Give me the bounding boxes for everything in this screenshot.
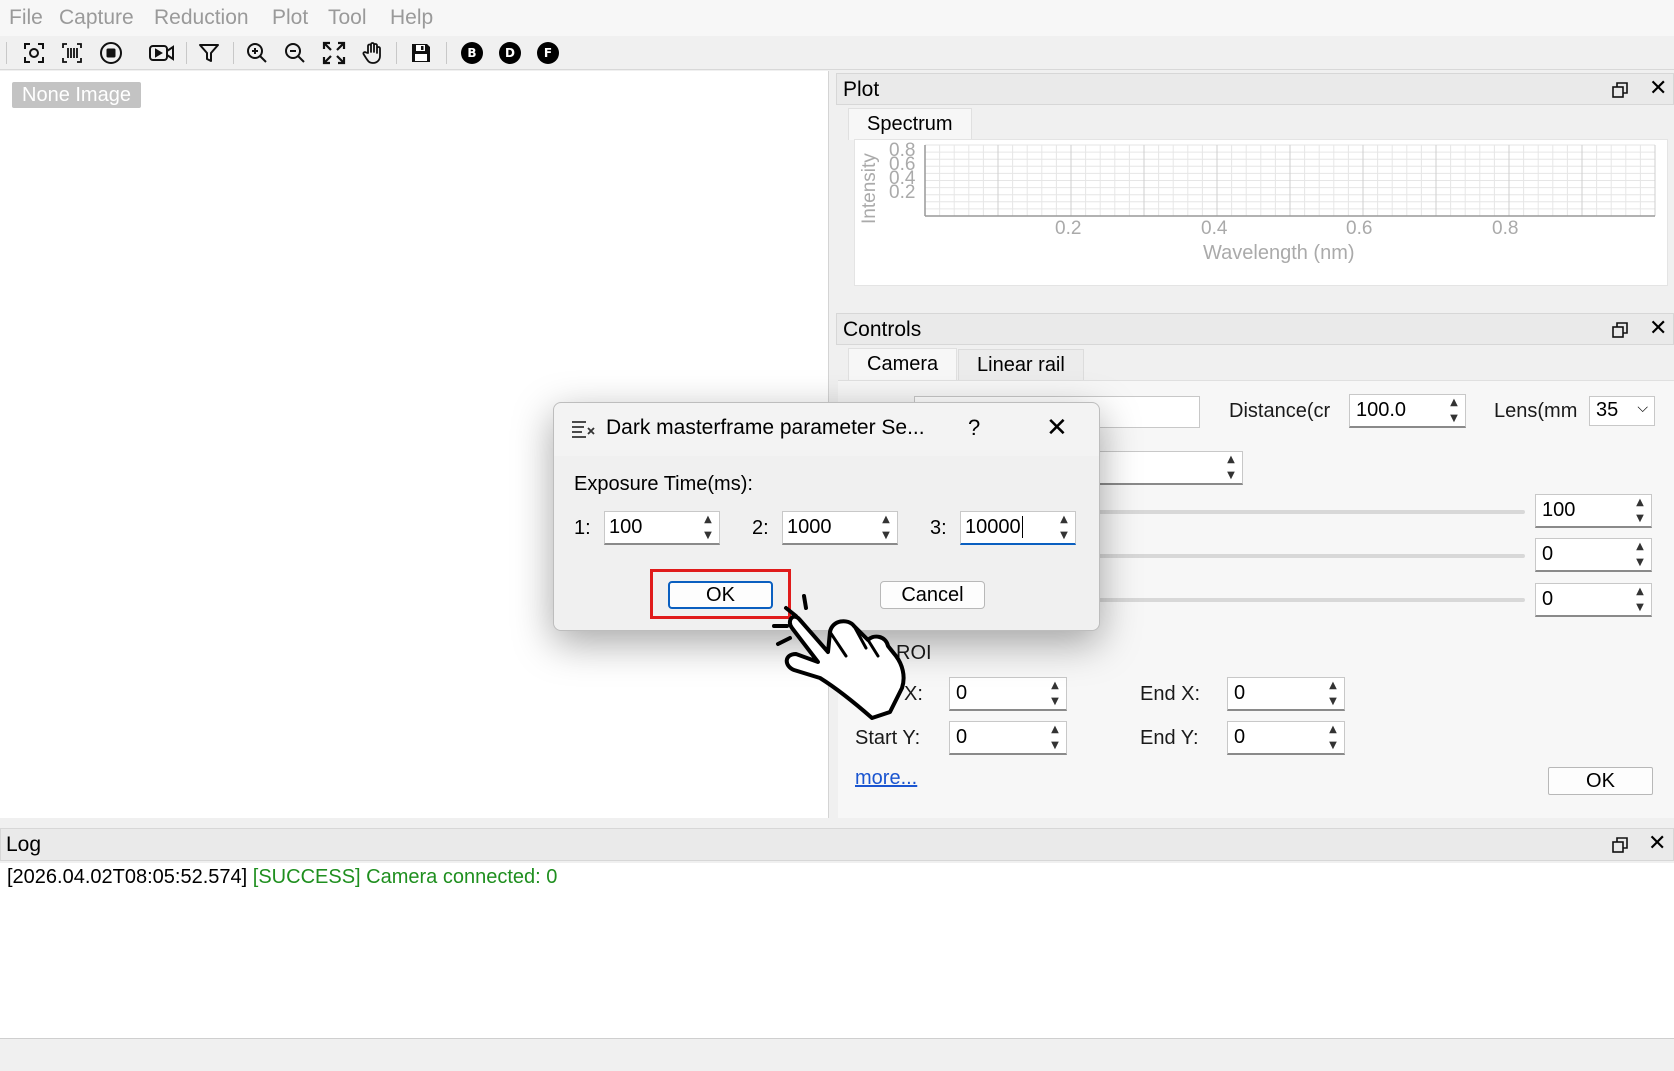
start-y-label: Start Y: (855, 727, 921, 749)
exposure-1-label: 1: (574, 517, 591, 539)
spin-arrows-icon[interactable]: ▲ ▼ (1046, 680, 1064, 708)
x-axis-label: Wavelength (nm) (1203, 242, 1355, 264)
flat-f-icon[interactable]: F (534, 40, 562, 66)
exposure-3-label: 3: (930, 517, 947, 539)
zoom-in-icon[interactable] (243, 40, 271, 66)
tab-camera[interactable]: Camera (848, 348, 958, 380)
distance-field[interactable]: 100.0 ▲ ▼ (1349, 394, 1466, 428)
spin-arrows-icon[interactable]: ▲ ▼ (1222, 454, 1240, 482)
start-y-field[interactable]: 0 ▲ ▼ (949, 721, 1067, 755)
close-icon[interactable]: ✕ (1649, 78, 1667, 100)
x-tick-label: 0.6 (1346, 218, 1373, 239)
dialog-ok-button[interactable]: OK (668, 581, 773, 609)
menu-capture[interactable]: Capture (59, 6, 134, 30)
exposure-2-field[interactable]: 1000 ▲ ▼ (782, 511, 898, 545)
slider-value-field[interactable]: 0 ▲ ▼ (1535, 538, 1652, 572)
status-bar (0, 1038, 1674, 1071)
x-tick-label: 0.8 (1492, 218, 1519, 239)
y-tick-label: 0.2 (889, 182, 916, 203)
spin-arrows-icon[interactable]: ▲ ▼ (1631, 497, 1649, 525)
barcode-scan-icon[interactable] (58, 40, 86, 66)
help-icon[interactable]: ? (968, 415, 980, 441)
bias-b-icon[interactable]: B (458, 40, 486, 66)
exposure-1-field[interactable]: 100 ▲ ▼ (604, 511, 720, 545)
log-message: Camera connected: 0 (366, 866, 558, 888)
controls-dock-title: Controls ✕ (836, 313, 1674, 345)
plot-panel: Spectrum Intensity 0.8 0.6 0.4 0.2 0.2 0… (838, 105, 1674, 301)
save-icon[interactable] (407, 40, 435, 66)
x-tick-label: 0.2 (1055, 218, 1082, 239)
more-link[interactable]: more... (855, 767, 917, 790)
spin-arrows-icon[interactable]: ▲ ▼ (1445, 397, 1463, 425)
spin-arrows-icon[interactable]: ▲ ▼ (699, 514, 717, 542)
end-y-field[interactable]: 0 ▲ ▼ (1227, 721, 1345, 755)
pointer-hand-icon (770, 590, 920, 720)
exposure-2-label: 2: (752, 517, 769, 539)
menu-file[interactable]: File (9, 6, 43, 30)
slider-value-field[interactable]: 0 ▲ ▼ (1535, 583, 1652, 617)
slider-track[interactable] (1070, 598, 1525, 602)
spin-arrows-icon[interactable]: ▲ ▼ (1046, 724, 1064, 752)
tab-spectrum[interactable]: Spectrum (848, 108, 972, 140)
end-y-label: End Y: (1140, 727, 1199, 749)
y-axis-label: Intensity (859, 153, 880, 224)
slider-track[interactable] (1070, 554, 1525, 558)
slider-track[interactable] (1070, 510, 1525, 514)
end-x-field[interactable]: 0 ▲ ▼ (1227, 677, 1345, 711)
lens-label: Lens(mm (1494, 400, 1578, 422)
end-x-label: End X: (1140, 683, 1201, 705)
spin-arrows-icon[interactable]: ▲ ▼ (1324, 680, 1342, 708)
controls-ok-button[interactable]: OK (1548, 767, 1653, 795)
close-icon[interactable]: ✕ (1648, 833, 1666, 855)
start-x-field[interactable]: 0 ▲ ▼ (949, 677, 1067, 711)
log-entry: [2026.04.02T08:05:52.574] [SUCCESS] Came… (7, 866, 557, 889)
filter-icon[interactable] (195, 40, 223, 66)
menu-help[interactable]: Help (390, 6, 433, 30)
spectrum-chart: Intensity 0.8 0.6 0.4 0.2 0.2 0.4 0.6 0.… (854, 139, 1668, 286)
menu-plot[interactable]: Plot (272, 6, 308, 30)
chevron-down-icon: ⌵ (1637, 400, 1648, 416)
log-dock-title: Log ✕ (0, 828, 1674, 861)
zoom-out-icon[interactable] (281, 40, 309, 66)
float-window-icon[interactable] (1612, 82, 1628, 98)
close-icon[interactable]: ✕ (1649, 318, 1667, 340)
spin-arrows-icon[interactable]: ▲ ▼ (1055, 514, 1073, 542)
exposure-time-label: Exposure Time(ms): (574, 473, 753, 495)
plot-dock-title-text: Plot (843, 78, 880, 101)
dialog-app-icon (570, 418, 596, 445)
dialog-title: Dark masterframe parameter Se... (606, 416, 925, 439)
video-record-icon[interactable] (146, 40, 178, 66)
menu-bar: File Capture Reduction Plot Tool Help (0, 0, 1674, 36)
float-window-icon[interactable] (1612, 322, 1628, 338)
menu-tool[interactable]: Tool (328, 6, 367, 30)
controls-dock-title-text: Controls (843, 318, 922, 341)
float-window-icon[interactable] (1612, 837, 1628, 853)
close-icon[interactable]: ✕ (1046, 413, 1068, 443)
slider-value-field[interactable]: 100 ▲ ▼ (1535, 494, 1652, 528)
plot-dock-title: Plot ✕ (836, 73, 1674, 105)
none-image-label: None Image (12, 82, 141, 108)
lens-select[interactable]: 35 ⌵ (1589, 396, 1655, 426)
spin-arrows-icon[interactable]: ▲ ▼ (877, 514, 895, 542)
x-tick-label: 0.4 (1201, 218, 1228, 239)
pan-hand-icon[interactable] (359, 40, 387, 66)
distance-label: Distance(cr (1229, 400, 1331, 422)
screenshot-capture-icon[interactable] (20, 40, 48, 66)
tab-linear-rail[interactable]: Linear rail (958, 349, 1084, 381)
dark-d-icon[interactable]: D (496, 40, 524, 66)
log-dock-title-text: Log (6, 833, 42, 856)
log-timestamp: [2026.04.02T08:05:52.574] (7, 866, 248, 888)
log-status: [SUCCESS] (252, 866, 361, 888)
spin-arrows-icon[interactable]: ▲ ▼ (1324, 724, 1342, 752)
menu-reduction[interactable]: Reduction (154, 6, 249, 30)
spin-arrows-icon[interactable]: ▲ ▼ (1631, 541, 1649, 569)
fit-screen-icon[interactable] (320, 40, 348, 66)
spin-arrows-icon[interactable]: ▲ ▼ (1631, 586, 1649, 614)
toolbar: B D F (0, 36, 1674, 70)
exposure-3-field[interactable]: 10000 ▲ ▼ (960, 511, 1076, 545)
stop-record-icon[interactable] (97, 40, 125, 66)
log-panel: [2026.04.02T08:05:52.574] [SUCCESS] Came… (0, 863, 1674, 1038)
